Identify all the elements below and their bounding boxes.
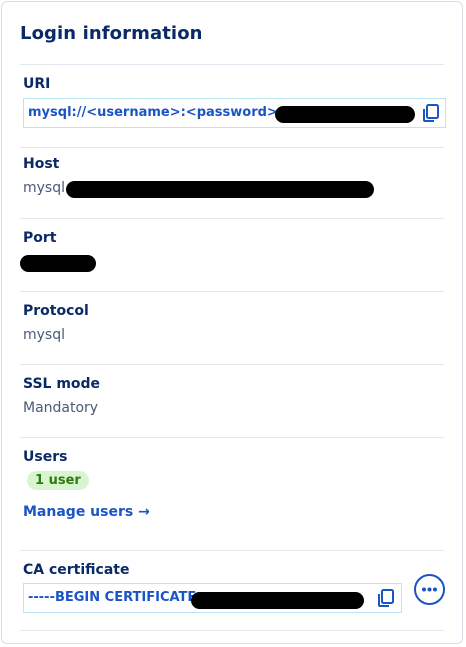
- user-count-badge: 1 user: [27, 471, 89, 490]
- users-label: Users: [23, 449, 68, 465]
- protocol-label: Protocol: [23, 303, 89, 319]
- uri-section: URI mysql://<username>:<password>@: [20, 64, 446, 148]
- host-value: mysql: [23, 180, 65, 196]
- ca-certificate-label: CA certificate: [23, 562, 130, 578]
- ssl-mode-section: SSL mode Mandatory: [20, 364, 444, 438]
- redacted-block: [66, 181, 374, 198]
- redacted-block: [20, 255, 96, 272]
- ca-certificate-value: -----BEGIN CERTIFICATE: [28, 590, 197, 605]
- protocol-value: mysql: [23, 327, 65, 343]
- manage-users-link[interactable]: Manage users →: [23, 504, 150, 520]
- uri-field[interactable]: mysql://<username>:<password>@: [23, 98, 446, 128]
- redacted-block: [191, 592, 364, 609]
- more-options-icon[interactable]: [414, 574, 445, 605]
- ssl-mode-value: Mandatory: [23, 400, 99, 416]
- ssl-mode-label: SSL mode: [23, 376, 101, 392]
- protocol-section: Protocol mysql: [20, 291, 444, 365]
- host-label: Host: [23, 156, 60, 172]
- ca-certificate-field[interactable]: -----BEGIN CERTIFICATE: [23, 583, 402, 613]
- uri-value: mysql://<username>:<password>@: [28, 105, 291, 120]
- login-information-panel: Login information URI mysql://<username>…: [1, 1, 463, 644]
- port-label: Port: [23, 230, 57, 246]
- copy-icon[interactable]: [376, 588, 396, 608]
- uri-label: URI: [23, 76, 51, 92]
- redacted-block: [275, 106, 415, 123]
- ellipsis-icon: [422, 587, 437, 592]
- port-section: Port: [20, 218, 444, 292]
- panel-title: Login information: [20, 23, 203, 44]
- host-section: Host mysql: [20, 146, 444, 219]
- copy-icon[interactable]: [421, 103, 441, 123]
- users-section: Users 1 user Manage users →: [20, 437, 444, 551]
- ca-certificate-section: CA certificate -----BEGIN CERTIFICATE: [20, 550, 445, 631]
